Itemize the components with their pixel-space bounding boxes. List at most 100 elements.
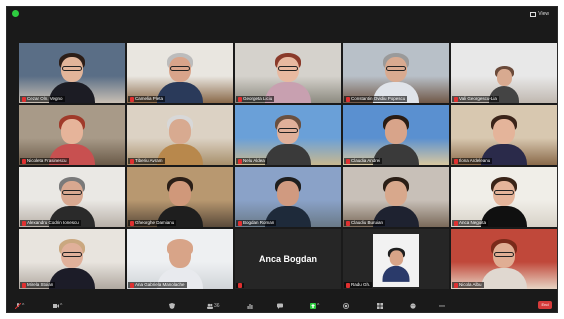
polls-button[interactable]	[247, 301, 253, 310]
participant-video	[373, 49, 419, 103]
participant-tile[interactable]: Claudia Andrei	[343, 105, 449, 165]
participant-tile[interactable]: Radu Gh.	[343, 229, 449, 289]
participant-tile[interactable]: Anca Bogdan	[235, 229, 341, 289]
muted-mic-icon	[130, 96, 134, 102]
participant-nameplate: Radu Gh.	[344, 282, 373, 288]
participant-video	[157, 49, 203, 103]
more-button[interactable]	[439, 301, 445, 310]
participant-name: Cezar Oln. Vegno	[27, 96, 63, 101]
participant-video	[373, 111, 419, 165]
muted-mic-icon	[238, 158, 242, 164]
participant-name: Mirela Stoian	[27, 282, 54, 287]
meeting-window: View Cezar Oln. Vegno Camelia Pleta George…	[6, 6, 558, 313]
breakout-rooms-icon	[377, 302, 383, 309]
participant-tile[interactable]: Nicoleta Frasinescu	[19, 105, 125, 165]
muted-mic-icon	[346, 158, 350, 164]
shield-icon	[169, 302, 175, 309]
participant-tile[interactable]: Cezar Oln. Vegno	[19, 43, 125, 103]
participant-nameplate: Ana Gabriela Manolache	[128, 282, 187, 288]
participant-video	[49, 49, 95, 103]
participant-tile[interactable]: Mirela Stoian	[19, 229, 125, 289]
participant-name: Alexandru Codrin Ionescu	[27, 220, 79, 225]
participant-video	[265, 111, 311, 165]
participant-nameplate: Nelu Aldea	[236, 158, 267, 164]
mute-button[interactable]: ^	[15, 301, 24, 310]
participant-tile[interactable]: Ilona Ardeleanu	[451, 105, 557, 165]
participant-tile[interactable]: Alexandru Codrin Ionescu	[19, 167, 125, 227]
participants-button[interactable]: 36	[207, 301, 220, 310]
participant-name: Nicola Albu	[459, 282, 482, 287]
video-button[interactable]: ^	[53, 301, 62, 310]
participant-nameplate: Bogdan Roman	[236, 220, 277, 226]
participant-name: Constantin Ovidiu Popescu	[351, 96, 406, 101]
end-meeting-button[interactable]: End	[538, 301, 552, 309]
video-camera-icon	[53, 303, 59, 308]
participant-tile[interactable]: Nicola Albu	[451, 229, 557, 289]
mute-options-caret[interactable]: ^	[22, 303, 24, 309]
participant-nameplate: Anca Negoita	[452, 220, 489, 226]
participant-tile[interactable]: Anca Negoita	[451, 167, 557, 227]
chat-button[interactable]	[277, 301, 283, 310]
top-bar: View	[7, 7, 557, 21]
participant-name: Claudiu Buruian	[351, 220, 384, 225]
bar-chart-icon	[247, 303, 253, 309]
muted-mic-icon	[346, 96, 350, 102]
security-button[interactable]	[169, 301, 175, 310]
participant-nameplate: Camelia Pleta	[128, 96, 166, 102]
participant-nameplate: Vali Georgescu-Lia	[452, 96, 499, 102]
participant-tile[interactable]: Claudiu Buruian	[343, 167, 449, 227]
microphone-off-icon	[15, 302, 21, 309]
participant-tile[interactable]: Constantin Ovidiu Popescu	[343, 43, 449, 103]
record-button[interactable]	[343, 301, 349, 310]
meeting-toolbar: ^ ^ 36 ^ End	[7, 299, 557, 312]
participant-nameplate: Constantin Ovidiu Popescu	[344, 96, 408, 102]
participant-nameplate: Ilona Ardeleanu	[452, 158, 493, 164]
participant-nameplate: Gheorghe Damianu	[128, 220, 177, 226]
participant-nameplate: Tiberiu Avram	[128, 158, 165, 164]
encryption-shield-icon[interactable]	[12, 10, 19, 17]
gallery-view-icon	[530, 11, 537, 17]
participant-nameplate: Nicola Albu	[452, 282, 484, 288]
muted-mic-icon	[130, 158, 134, 164]
muted-mic-icon	[346, 220, 350, 226]
participant-tile[interactable]: Vali Georgescu-Lia	[451, 43, 557, 103]
video-options-caret[interactable]: ^	[60, 303, 62, 309]
participant-name: Claudia Andrei	[351, 158, 381, 163]
muted-mic-icon	[238, 96, 242, 102]
participant-nameplate: Claudia Andrei	[344, 158, 383, 164]
muted-mic-icon	[22, 96, 26, 102]
muted-mic-icon	[454, 158, 458, 164]
muted-mic-icon	[454, 96, 458, 102]
participant-tile[interactable]: Georgeta Liciu	[235, 43, 341, 103]
participant-name: Nelu Aldea	[243, 158, 265, 163]
share-screen-button[interactable]: ^	[310, 301, 319, 310]
reactions-button[interactable]	[410, 301, 416, 310]
participant-tile[interactable]: Bogdan Roman	[235, 167, 341, 227]
view-button[interactable]: View	[528, 9, 551, 19]
participant-nameplate: Nicoleta Frasinescu	[20, 158, 69, 164]
participant-name: Ana Gabriela Manolache	[135, 282, 185, 287]
participant-nameplate: Alexandru Codrin Ionescu	[20, 220, 81, 226]
participant-tile[interactable]: Nelu Aldea	[235, 105, 341, 165]
participant-tile[interactable]: Ana Gabriela Manolache	[127, 229, 233, 289]
participant-name: Vali Georgescu-Lia	[459, 96, 497, 101]
participant-tile[interactable]: Tiberiu Avram	[127, 105, 233, 165]
participant-name: Georgeta Liciu	[243, 96, 273, 101]
participant-name: Ilona Ardeleanu	[459, 158, 491, 163]
participant-video	[265, 49, 311, 103]
participant-tile[interactable]: Gheorghe Damianu	[127, 167, 233, 227]
participant-video	[49, 235, 95, 289]
participant-nameplate: Georgeta Liciu	[236, 96, 275, 102]
breakout-rooms-button[interactable]	[377, 301, 383, 310]
muted-mic-icon	[22, 158, 26, 164]
muted-mic-icon	[454, 282, 458, 288]
participant-name: Camelia Pleta	[135, 96, 164, 101]
participant-nameplate: Claudiu Buruian	[344, 220, 386, 226]
participant-tile[interactable]: Camelia Pleta	[127, 43, 233, 103]
gallery-grid: Cezar Oln. Vegno Camelia Pleta Georgeta Li…	[19, 43, 557, 289]
participant-video	[481, 111, 527, 165]
muted-mic-icon	[238, 283, 242, 288]
participant-video	[481, 235, 527, 289]
share-options-caret[interactable]: ^	[317, 303, 319, 309]
muted-mic-icon	[130, 282, 134, 288]
